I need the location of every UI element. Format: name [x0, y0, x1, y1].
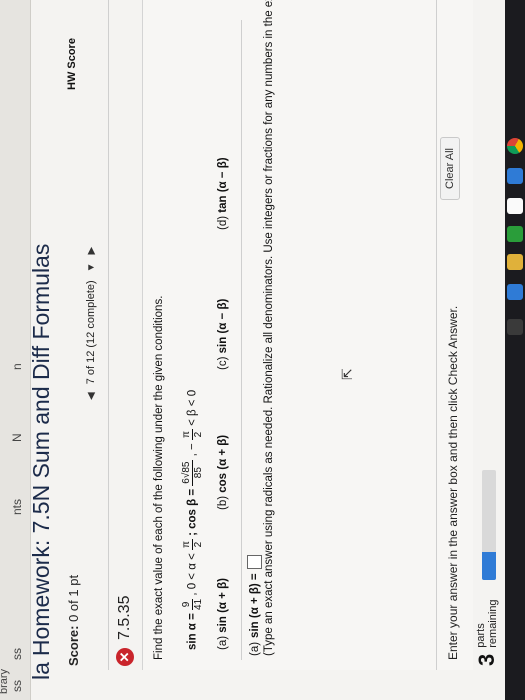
part-b: (b) cos (α + β) — [217, 434, 229, 510]
sidebar-item[interactable]: ss — [10, 648, 24, 660]
mail-icon[interactable] — [507, 198, 523, 214]
cos-label: ; cos β = — [186, 488, 199, 536]
enter-answer-hint: Enter your answer in the answer box and … — [446, 305, 460, 660]
question-nav: ◀ 7 of 12 (12 complete) ▼ ▶ — [85, 247, 97, 400]
next-question-icon[interactable]: ▶ — [86, 247, 97, 255]
clear-all-button[interactable]: Clear All — [440, 137, 460, 200]
app-icon[interactable] — [507, 168, 523, 184]
sin-fraction: 9 41 — [181, 598, 204, 610]
store-icon[interactable] — [507, 226, 523, 242]
sin-label: sin α = — [186, 613, 199, 650]
neg-pi-over-2-fraction: π2 — [181, 429, 204, 441]
edge-browser-icon[interactable] — [507, 284, 523, 300]
title-prefix: la — [28, 662, 54, 680]
file-explorer-icon[interactable] — [507, 254, 523, 270]
given-conditions: sin α = 9 41 , 0 < α < π2 ; cos β = 6√85 8… — [181, 390, 204, 650]
parts-text: parts remaining — [475, 599, 499, 648]
part-d: (d) tan (α − β) — [217, 157, 229, 230]
progress-fill — [482, 552, 496, 580]
left-sidebar: ss ss brary nts N n — [0, 0, 31, 700]
divider — [436, 0, 437, 670]
progress-bar — [482, 470, 496, 580]
parts-remaining: 3 parts remaining — [474, 599, 500, 666]
score-label: Score: — [66, 625, 81, 666]
sidebar-item-library[interactable]: brary — [0, 669, 10, 694]
answer-line: (a) sin (α + β) = — [247, 555, 262, 656]
x-circle-icon: ✕ — [116, 648, 134, 666]
divider — [241, 20, 242, 660]
question-instruction: Find the exact value of each of the foll… — [153, 295, 165, 660]
cos-fraction: 6√85 85 — [181, 459, 204, 486]
homework-title: Homework: 7.5N Sum and Diff Formulas — [28, 243, 54, 657]
score-value: 0 of 1 pt — [66, 574, 81, 622]
task-view-icon[interactable] — [507, 319, 523, 335]
question-position: 7 of 12 (12 complete) — [85, 280, 97, 385]
screen: ss ss brary nts N n la Homework: 7.5N Sum… — [0, 0, 525, 700]
answer-expression: sin (α + β) = — [248, 573, 261, 638]
page-title: la Homework: 7.5N Sum and Diff Formulas — [28, 244, 55, 680]
answer-input[interactable] — [247, 555, 262, 570]
taskbar — [505, 0, 525, 700]
chrome-icon[interactable] — [507, 138, 523, 154]
alpha-range: , 0 < α < — [186, 553, 199, 596]
sidebar-item[interactable]: n — [10, 363, 24, 370]
answer-part-label: (a) — [248, 641, 261, 656]
beta-range-post: < β < 0 — [186, 389, 199, 426]
beta-range-pre: , − — [186, 443, 199, 457]
sidebar-item[interactable]: ss — [10, 680, 24, 692]
parts-count: 3 — [474, 653, 499, 666]
divider — [108, 0, 109, 670]
part-a: (a) sin (α + β) — [217, 578, 229, 650]
score-line: Score: 0 of 1 pt — [66, 575, 81, 666]
previous-question-icon[interactable]: ◀ — [86, 392, 97, 400]
answer-hint: (Type an exact answer using radicals as … — [263, 0, 275, 656]
pi-over-2-fraction: π2 — [181, 539, 204, 551]
problem-header: ✕ 7.5.35 — [116, 596, 134, 666]
sidebar-item[interactable]: N — [10, 433, 24, 442]
question-panel: Find the exact value of each of the foll… — [142, 0, 473, 670]
question-dropdown-icon[interactable]: ▼ — [86, 262, 97, 272]
part-c: (c) sin (α − β) — [217, 298, 229, 370]
sidebar-item[interactable]: nts — [10, 499, 24, 515]
hw-score-label: HW Score — [66, 38, 78, 90]
mouse-cursor-icon: ⇱ — [339, 368, 355, 380]
problem-number: 7.5.35 — [116, 595, 133, 640]
